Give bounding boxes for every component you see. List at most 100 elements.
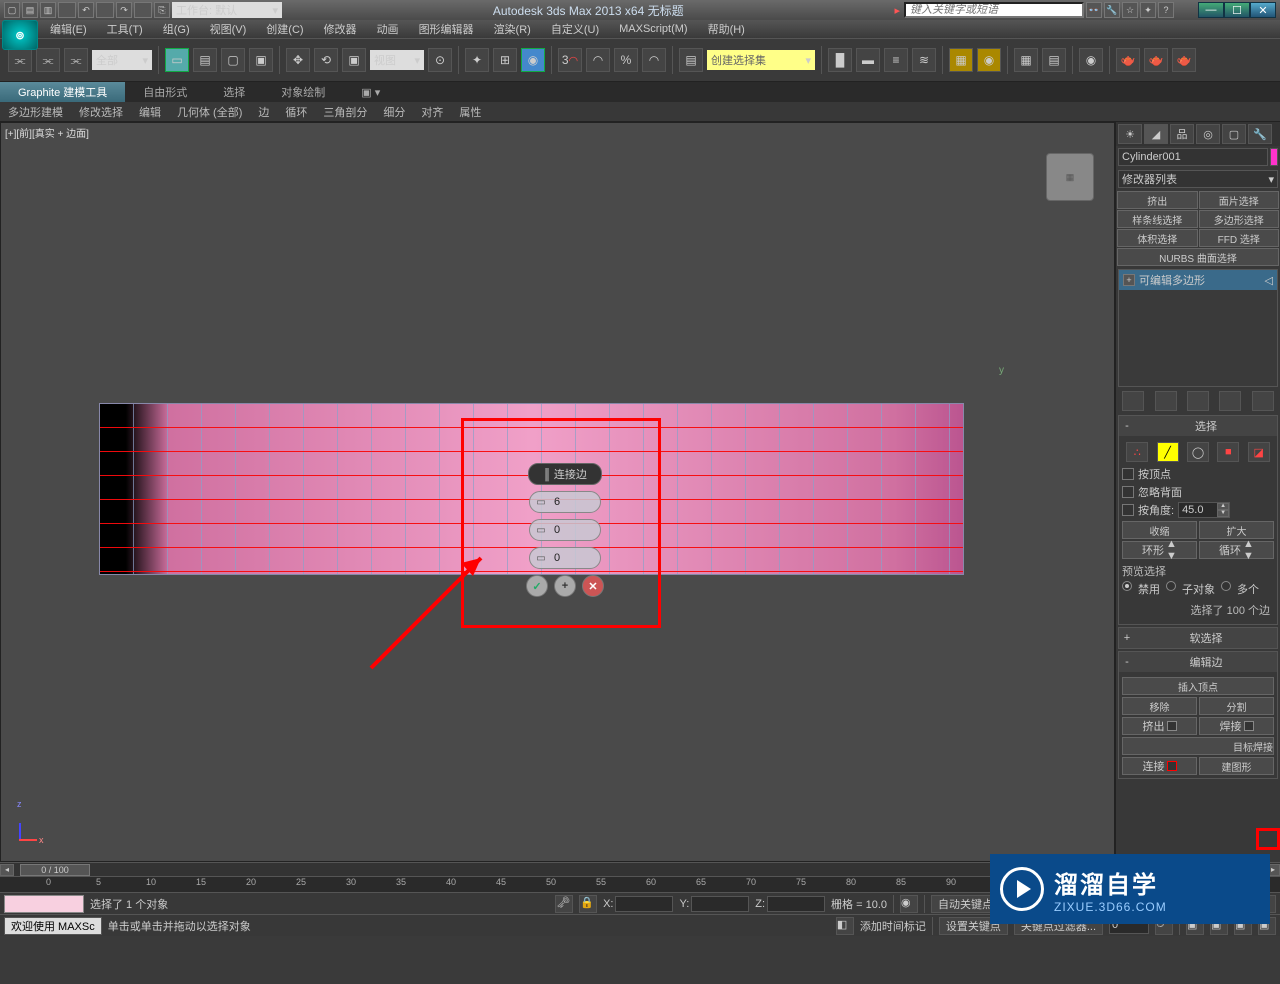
script-mini-listener[interactable] xyxy=(4,895,84,913)
time-tag-icon[interactable]: ◧ xyxy=(836,917,854,935)
add-time-tag[interactable]: 添加时间标记 xyxy=(860,918,926,934)
caddy-apply-button[interactable]: + xyxy=(554,575,576,597)
unlink-icon[interactable]: ⫘ xyxy=(36,48,60,72)
modifier-list-dropdown[interactable]: 修改器列表▾ xyxy=(1118,170,1278,188)
undo-drop[interactable] xyxy=(96,2,114,18)
fav-icon[interactable]: ☆ xyxy=(1122,2,1138,18)
named-sel-dropdown[interactable]: 创建选择集▾ xyxy=(707,50,815,70)
stack-unique-tool[interactable] xyxy=(1187,391,1209,411)
select-name-icon[interactable]: ▤ xyxy=(193,48,217,72)
rpanel-props[interactable]: 属性 xyxy=(451,104,489,120)
menu-render[interactable]: 渲染(R) xyxy=(484,21,541,37)
extrude-button[interactable]: 挤出 xyxy=(1122,717,1197,735)
viewcube[interactable]: ▦ xyxy=(1046,153,1094,201)
menu-tools[interactable]: 工具(T) xyxy=(97,21,153,37)
selection-filter-dropdown[interactable]: 全部▾ xyxy=(92,50,152,70)
create-tab-icon[interactable]: ☀ xyxy=(1118,124,1142,144)
utilities-tab-icon[interactable]: 🔧 xyxy=(1248,124,1272,144)
loop-button[interactable]: 循环▲▼ xyxy=(1199,541,1274,559)
app-logo-icon[interactable]: ⊚ xyxy=(2,20,38,50)
hierarchy-tab-icon[interactable]: 品 xyxy=(1170,124,1194,144)
connect-settings-icon[interactable] xyxy=(1167,761,1177,771)
chk-by-angle[interactable] xyxy=(1122,504,1134,516)
angle-snap-icon[interactable]: ◠ xyxy=(586,48,610,72)
menu-graph[interactable]: 图形编辑器 xyxy=(409,21,484,37)
target-weld-button[interactable]: 目标焊接 xyxy=(1122,737,1274,755)
modify-tab-icon[interactable]: ◢ xyxy=(1144,124,1168,144)
ref-coord-dropdown[interactable]: 视图▾ xyxy=(370,50,424,70)
rpanel-edge[interactable]: 边 xyxy=(250,104,277,120)
keymode-icon[interactable]: ⊞ xyxy=(493,48,517,72)
select-link-icon[interactable]: ⫘ xyxy=(8,48,32,72)
render-frame-icon[interactable]: ▤ xyxy=(1042,48,1066,72)
window-cross-icon[interactable]: ▣ xyxy=(249,48,273,72)
stack-pin-tool[interactable] xyxy=(1122,391,1144,411)
move-icon[interactable]: ✥ xyxy=(286,48,310,72)
bind-spw-icon[interactable]: ⫘ xyxy=(64,48,88,72)
modbtn-extrude[interactable]: 挤出 xyxy=(1117,191,1198,209)
caddy-pinch-spinner[interactable]: ▭0 xyxy=(529,519,601,541)
search-icon[interactable]: 👓 xyxy=(1086,2,1102,18)
coord-y-input[interactable] xyxy=(691,896,749,912)
redo-drop[interactable] xyxy=(134,2,152,18)
weld-settings-icon[interactable] xyxy=(1244,721,1254,731)
menu-maxscript[interactable]: MAXScript(M) xyxy=(609,23,697,35)
grow-button[interactable]: 扩大 xyxy=(1199,521,1274,539)
rotate-icon[interactable]: ⟲ xyxy=(314,48,338,72)
rpanel-geom[interactable]: 几何体 (全部) xyxy=(169,104,250,120)
caddy-ok-button[interactable]: ✓ xyxy=(526,575,548,597)
mat-ed-icon[interactable]: ◉ xyxy=(977,48,1001,72)
subobj-element-icon[interactable]: ◪ xyxy=(1248,442,1270,462)
curve-ed-icon[interactable]: ≋ xyxy=(912,48,936,72)
menu-help[interactable]: 帮助(H) xyxy=(698,21,755,37)
scale-icon[interactable]: ▣ xyxy=(342,48,366,72)
angle-spinner[interactable]: 45.0▲▼ xyxy=(1178,502,1230,518)
stack-pin-icon[interactable]: ◁ xyxy=(1265,274,1273,287)
quick-render-icon[interactable]: ◉ xyxy=(1079,48,1103,72)
coord-z-input[interactable] xyxy=(767,896,825,912)
align-icon[interactable]: ▬ xyxy=(856,48,880,72)
ribbon-collapse-icon[interactable]: ▣ ▾ xyxy=(343,82,398,102)
workspace-dropdown[interactable]: 工作台: 默认▾ xyxy=(172,2,282,18)
rpanel-polymodel[interactable]: 多边形建模 xyxy=(0,104,71,120)
maximize-button[interactable]: ☐ xyxy=(1224,2,1250,18)
render-setup-icon[interactable]: ▦ xyxy=(1014,48,1038,72)
new-icon[interactable]: ▢ xyxy=(4,2,20,18)
caddy-cancel-button[interactable]: ✕ xyxy=(582,575,604,597)
radio-preview-off[interactable] xyxy=(1122,581,1132,591)
coord-x-input[interactable] xyxy=(615,896,673,912)
select-object-icon[interactable]: ▭ xyxy=(165,48,189,72)
radio-preview-multi[interactable] xyxy=(1221,581,1231,591)
create-shape-button[interactable]: 建图形 xyxy=(1199,757,1274,775)
subobj-vertex-icon[interactable]: ∴ xyxy=(1126,442,1148,462)
modbtn-nurbs[interactable]: NURBS 曲面选择 xyxy=(1117,248,1279,266)
star2-icon[interactable]: ✦ xyxy=(1140,2,1156,18)
object-name-input[interactable] xyxy=(1118,148,1268,166)
schematic-icon[interactable]: ▦ xyxy=(949,48,973,72)
teapot3-icon[interactable]: 🫖 xyxy=(1172,48,1196,72)
stack-remove-tool[interactable] xyxy=(1219,391,1241,411)
subobj-poly-icon[interactable]: ■ xyxy=(1217,442,1239,462)
modbtn-polysel[interactable]: 多边形选择 xyxy=(1199,210,1280,228)
snap3-icon[interactable]: 3◠ xyxy=(558,48,582,72)
split-button[interactable]: 分割 xyxy=(1199,697,1274,715)
teapot1-icon[interactable]: 🫖 xyxy=(1116,48,1140,72)
viewport-front[interactable]: [+][前][真实 + 边面] ▦ y z x ║ 连接边 ▭6 ▭0 ▭0 ✓… xyxy=(0,122,1115,862)
undo-icon[interactable]: ↶ xyxy=(78,2,94,18)
menu-views[interactable]: 视图(V) xyxy=(200,21,257,37)
remove-button[interactable]: 移除 xyxy=(1122,697,1197,715)
modbtn-patchselect[interactable]: 面片选择 xyxy=(1199,191,1280,209)
ts-prev-icon[interactable]: ◂ xyxy=(0,864,14,876)
open-icon[interactable]: ▤ xyxy=(22,2,38,18)
link-icon[interactable]: ⎘ xyxy=(154,2,170,18)
radio-preview-sub[interactable] xyxy=(1166,581,1176,591)
caddy-segments-spinner[interactable]: ▭6 xyxy=(529,491,601,513)
motion-tab-icon[interactable]: ◎ xyxy=(1196,124,1220,144)
extrude-settings-icon[interactable] xyxy=(1167,721,1177,731)
insert-vertex-button[interactable]: 插入顶点 xyxy=(1122,677,1274,695)
percent-snap-icon[interactable]: % xyxy=(614,48,638,72)
rpanel-loop[interactable]: 循环 xyxy=(277,104,315,120)
minimize-button[interactable]: — xyxy=(1198,2,1224,18)
menu-edit[interactable]: 编辑(E) xyxy=(40,21,97,37)
save-icon[interactable]: ▥ xyxy=(40,2,56,18)
